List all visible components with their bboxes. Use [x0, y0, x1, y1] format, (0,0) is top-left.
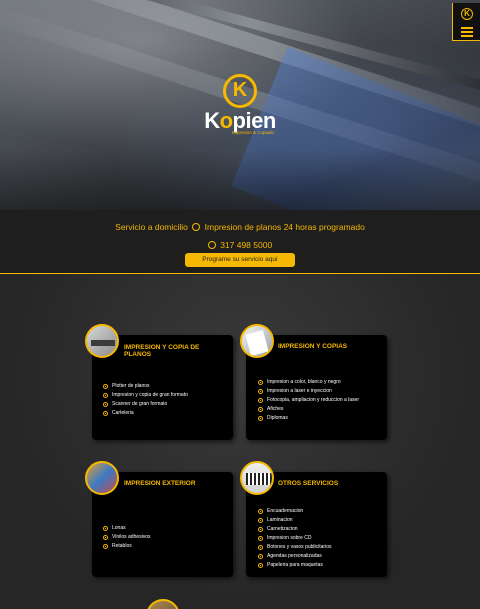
list-item: Papeleria para maquetas	[258, 561, 331, 570]
card-list: Impresion a color, blanco y negro Impres…	[258, 378, 359, 423]
list-item: Impresion sobre CD	[258, 534, 331, 543]
menu-button[interactable]: K	[452, 3, 480, 41]
bullet-icon	[258, 536, 263, 541]
list-item: Plotter de planos	[103, 382, 188, 391]
list-item: Retablos	[103, 542, 151, 551]
card-list: Encuadernacion Laminacion Carnetizacion …	[258, 507, 331, 570]
logo-letter-k: K	[204, 108, 220, 133]
bullet-icon	[103, 535, 108, 540]
bullet-icon	[103, 544, 108, 549]
list-item: Impresion a color, blanco y negro	[258, 378, 359, 387]
bullet-icon	[258, 398, 263, 403]
list-item: Carnetizacion	[258, 525, 331, 534]
bullet-icon	[258, 389, 263, 394]
list-item: Encuadernacion	[258, 507, 331, 516]
list-item: Impresion y copia de gran formato	[103, 391, 188, 400]
list-item: Lonas	[103, 524, 151, 533]
list-item: Impresion a laser e inyeccion	[258, 387, 359, 396]
card-title: IMPRESION Y COPIA DE PLANOS	[124, 344, 200, 358]
services-section: IMPRESION Y COPIA DE PLANOS Plotter de p…	[0, 275, 480, 609]
next-service-thumbnail	[146, 599, 180, 609]
bullet-icon	[258, 380, 263, 385]
logo-letter-o: o	[219, 108, 233, 133]
separator-icon	[192, 223, 201, 231]
card-list: Lonas Vinilos adhesivos Retablos	[103, 524, 151, 551]
hamburger-icon	[461, 27, 473, 39]
list-item: Agendas personalizadas	[258, 552, 331, 561]
bullet-icon	[103, 402, 108, 407]
home-service-text: Servicio a domicilio	[115, 222, 188, 232]
phone-line[interactable]: 317 498 5000	[0, 240, 480, 250]
bullet-icon	[103, 411, 108, 416]
bullet-icon	[258, 545, 263, 550]
bullet-icon	[258, 563, 263, 568]
plotter-thumbnail	[85, 324, 119, 358]
hero-banner: K Kopien Impresion & Copiado	[0, 0, 480, 210]
plans-service-text: Impresion de planos 24 horas programado	[204, 222, 365, 232]
site-logo[interactable]: K Kopien Impresion & Copiado	[200, 74, 280, 140]
card-title: IMPRESION EXTERIOR	[124, 480, 196, 487]
card-list: Plotter de planos Impresion y copia de g…	[103, 382, 188, 418]
list-item: Laminacion	[258, 516, 331, 525]
whatsapp-icon	[207, 241, 216, 249]
bullet-icon	[258, 527, 263, 532]
list-item: Botones y vasos publicitarios	[258, 543, 331, 552]
list-item: Afiches	[258, 405, 359, 414]
list-item: Scanner de gran formato	[103, 400, 188, 409]
menu-logo-icon: K	[461, 8, 473, 20]
card-title: IMPRESION Y COPIAS	[278, 343, 348, 350]
bullet-icon	[258, 518, 263, 523]
bullet-icon	[258, 509, 263, 514]
list-item: Carteleria	[103, 409, 188, 418]
list-item: Diplomas	[258, 414, 359, 423]
card-title: OTROS SERVICIOS	[278, 480, 339, 487]
bullet-icon	[258, 407, 263, 412]
bullet-icon	[258, 416, 263, 421]
bullet-icon	[103, 393, 108, 398]
bullet-icon	[103, 384, 108, 389]
bullet-icon	[258, 554, 263, 559]
list-item: Fotocopia, ampliacion y reduccion a lase…	[258, 396, 359, 405]
phone-number[interactable]: 317 498 5000	[220, 240, 272, 250]
bullet-icon	[103, 526, 108, 531]
service-info-line: Servicio a domicilio Impresion de planos…	[0, 222, 480, 232]
list-item: Vinilos adhesivos	[103, 533, 151, 542]
schedule-service-button[interactable]: Programe su servicio aquí	[185, 253, 295, 267]
other-services-thumbnail	[240, 461, 274, 495]
hero-shadow	[0, 150, 480, 210]
logo-wordmark: Kopien	[200, 110, 280, 132]
logo-tagline: Impresion & Copiado	[231, 130, 274, 135]
info-bar: Servicio a domicilio Impresion de planos…	[0, 210, 480, 274]
logo-k-icon: K	[223, 74, 257, 108]
copies-thumbnail	[240, 324, 274, 358]
exterior-thumbnail	[85, 461, 119, 495]
